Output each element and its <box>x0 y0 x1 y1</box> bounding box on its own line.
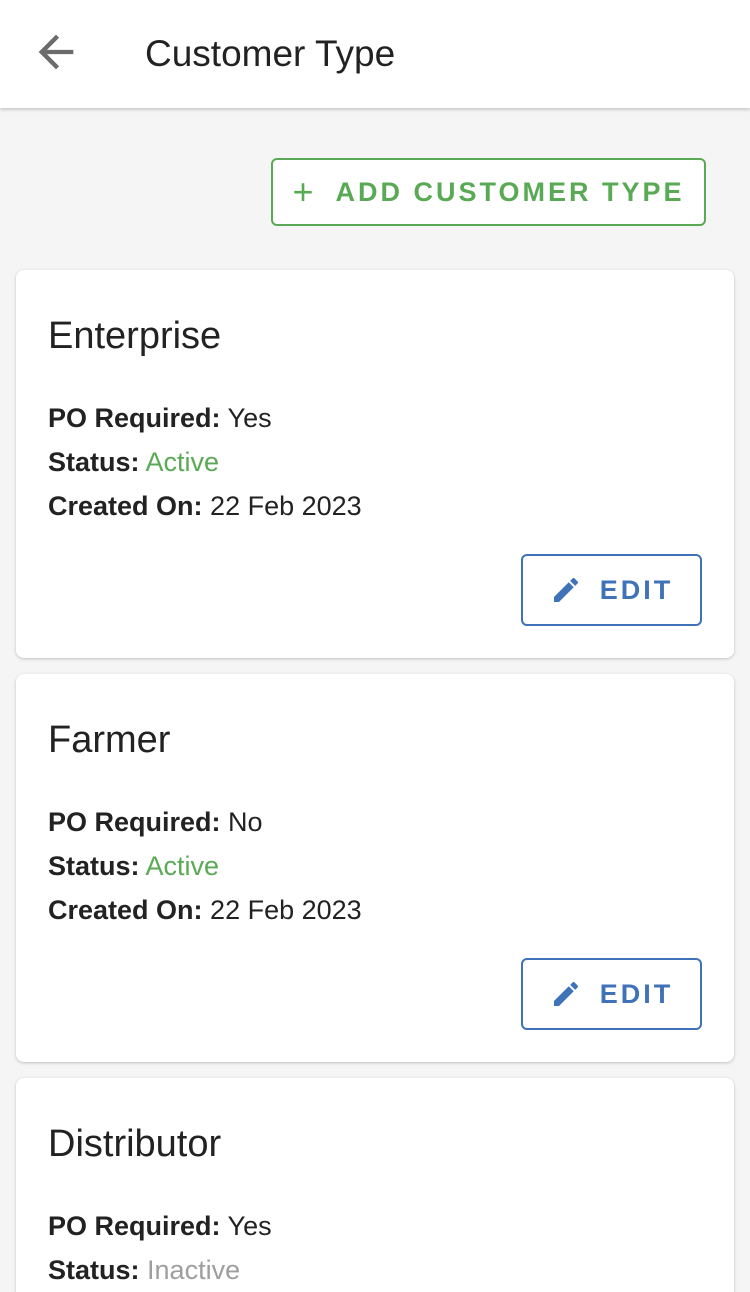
po-required-row: PO Required: No <box>48 804 263 840</box>
status-value: Inactive <box>147 1255 241 1285</box>
edit-label: EDIT <box>599 978 674 1009</box>
po-required-label: PO Required: <box>48 1211 221 1241</box>
po-required-value: Yes <box>227 403 272 433</box>
arrow-left-icon <box>30 26 82 83</box>
po-required-value: Yes <box>227 1211 272 1241</box>
created-on-row: Created On: 22 Feb 2023 <box>48 488 362 524</box>
customer-type-card: Farmer PO Required: No Status: Active Cr… <box>16 674 734 1062</box>
customer-type-screen: Customer Type + ADD CUSTOMER TYPE Enterp… <box>0 0 750 1292</box>
created-on-label: Created On: <box>48 491 203 521</box>
status-value: Active <box>145 851 220 881</box>
status-label: Status: <box>48 1255 140 1285</box>
status-value: Active <box>145 447 220 477</box>
add-customer-type-label: ADD CUSTOMER TYPE <box>335 176 685 207</box>
edit-button[interactable]: EDIT <box>521 958 702 1030</box>
page-title: Customer Type <box>145 33 396 74</box>
po-required-label: PO Required: <box>48 403 221 433</box>
created-on-row: Created On: 22 Feb 2023 <box>48 892 362 928</box>
plus-icon: + <box>292 171 314 212</box>
app-bar: Customer Type <box>0 0 750 108</box>
customer-type-card: Enterprise PO Required: Yes Status: Acti… <box>16 270 734 658</box>
created-on-value: 22 Feb 2023 <box>210 895 362 925</box>
pencil-icon <box>550 574 582 606</box>
status-label: Status: <box>48 447 140 477</box>
status-label: Status: <box>48 851 140 881</box>
customer-type-name: Farmer <box>48 719 171 761</box>
po-required-value: No <box>228 807 263 837</box>
po-required-row: PO Required: Yes <box>48 400 272 436</box>
status-row: Status: Active <box>48 444 219 480</box>
po-required-row: PO Required: Yes <box>48 1208 272 1244</box>
add-customer-type-button[interactable]: + ADD CUSTOMER TYPE <box>271 158 706 226</box>
po-required-label: PO Required: <box>48 807 221 837</box>
pencil-icon <box>550 978 582 1010</box>
created-on-value: 22 Feb 2023 <box>210 491 362 521</box>
back-button[interactable] <box>22 22 90 86</box>
customer-type-card: Distributor PO Required: Yes Status: Ina… <box>16 1078 734 1292</box>
status-row: Status: Inactive <box>48 1252 240 1288</box>
customer-type-name: Distributor <box>48 1123 222 1165</box>
edit-label: EDIT <box>599 574 674 605</box>
created-on-label: Created On: <box>48 895 203 925</box>
edit-button[interactable]: EDIT <box>521 554 702 626</box>
customer-type-name: Enterprise <box>48 315 222 357</box>
status-row: Status: Active <box>48 848 219 884</box>
